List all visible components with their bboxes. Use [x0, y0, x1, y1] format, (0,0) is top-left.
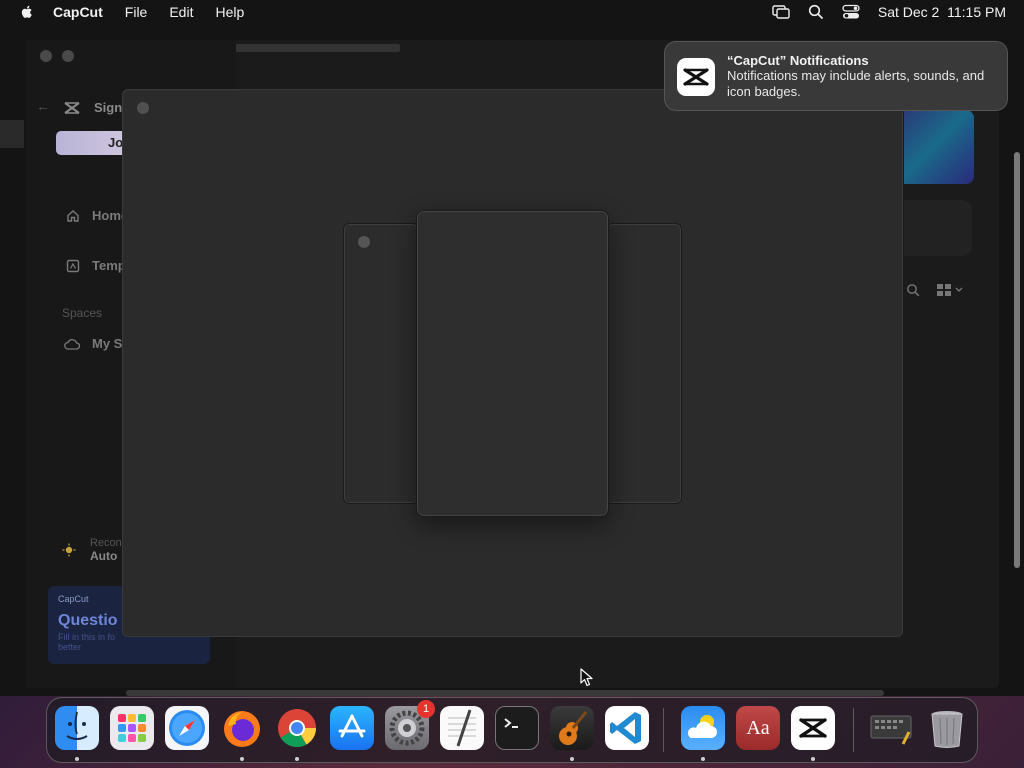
- weather-icon: [687, 715, 717, 738]
- sign-in-row[interactable]: Sign: [64, 100, 122, 115]
- vscode-icon: [610, 712, 641, 744]
- sidebar-item-my-space[interactable]: My Sp: [64, 336, 130, 351]
- dock-vscode[interactable]: [605, 706, 649, 750]
- template-icon: [66, 259, 80, 272]
- dock-app-store[interactable]: [330, 706, 374, 750]
- window-edge: [0, 120, 24, 148]
- placeholder-card-left: [343, 223, 419, 504]
- chrome-icon: [278, 709, 317, 748]
- dock-firefox[interactable]: [220, 706, 264, 750]
- dictionary-icon: Aa: [746, 717, 770, 739]
- terminal-icon: [504, 718, 518, 728]
- dock-chrome[interactable]: [275, 706, 319, 750]
- window-close-button[interactable]: [40, 50, 52, 62]
- window-close-button[interactable]: [137, 102, 149, 114]
- capcut-logo-icon: [64, 101, 80, 114]
- menu-file[interactable]: File: [125, 4, 148, 20]
- dock-finder[interactable]: [55, 706, 99, 750]
- recommendation-item[interactable]: Recon Auto: [62, 537, 122, 563]
- search-icon[interactable]: [906, 283, 920, 297]
- dock-running-indicator: [240, 757, 244, 761]
- dock-launchpad[interactable]: [110, 706, 154, 750]
- recommendation-title: Auto: [90, 549, 118, 563]
- dock: 1 Aa: [46, 697, 978, 763]
- capcut-icon: [799, 718, 827, 738]
- dock-weather[interactable]: [681, 706, 725, 750]
- placeholder-card-center: [416, 210, 609, 517]
- dock-terminal[interactable]: [495, 706, 539, 750]
- sun-icon: [62, 543, 76, 557]
- dock-dictionary[interactable]: Aa: [736, 706, 780, 750]
- finder-icon: [66, 711, 88, 740]
- dock-running-indicator: [811, 757, 815, 761]
- sidebar-item-templates[interactable]: Temp: [66, 258, 126, 273]
- sidebar-item-label: Temp: [92, 258, 126, 273]
- placeholder-card-right: [606, 223, 682, 504]
- notification-banner[interactable]: “CapCut” Notifications Notifications may…: [664, 41, 1008, 111]
- promo-banner[interactable]: [904, 110, 974, 184]
- apple-icon[interactable]: [19, 4, 35, 20]
- app-store-icon: [338, 714, 366, 738]
- dock-running-indicator: [75, 757, 79, 761]
- control-center-icon[interactable]: [842, 4, 860, 20]
- dock-running-indicator: [570, 757, 574, 761]
- garageband-icon: [559, 711, 588, 745]
- sign-in-label: Sign: [94, 100, 123, 115]
- dock-safari[interactable]: [165, 706, 209, 750]
- window-minimize-button[interactable]: [62, 50, 74, 62]
- dock-system-settings[interactable]: 1: [385, 700, 435, 750]
- sidebar-item-home[interactable]: Home: [66, 208, 128, 223]
- menu-bar: CapCut File Edit Help Sat Dec 2 11:15 PM: [0, 0, 1024, 24]
- promo-description-cont: better: [58, 642, 82, 652]
- loading-window: [122, 89, 903, 637]
- dock-screenshot[interactable]: [867, 706, 912, 750]
- dock-separator: [853, 708, 854, 752]
- back-arrow-icon[interactable]: ←: [36, 98, 50, 114]
- dock-textedit[interactable]: [440, 706, 484, 750]
- notification-title: “CapCut” Notifications: [727, 53, 869, 68]
- capcut-app-icon: [677, 58, 715, 96]
- trash-icon: [931, 711, 963, 748]
- card-dot: [358, 236, 370, 248]
- vertical-scrollbar[interactable]: [1014, 152, 1020, 568]
- textedit-icon: [448, 709, 476, 747]
- dock-running-indicator: [295, 757, 299, 761]
- mouse-cursor-icon: [580, 668, 593, 687]
- notification-body: Notifications may include alerts, sounds…: [727, 68, 985, 99]
- spotlight-search-icon[interactable]: [808, 4, 824, 20]
- screenshot-icon: [870, 715, 912, 745]
- firefox-icon: [224, 711, 260, 747]
- cloud-icon: [64, 338, 80, 350]
- content-toolbar: [906, 283, 964, 297]
- notification-badge: 1: [417, 700, 435, 718]
- home-icon: [67, 209, 79, 222]
- view-toggle-icon[interactable]: [936, 283, 964, 297]
- spaces-section-heading: Spaces: [62, 306, 103, 320]
- dock-running-indicator: [701, 757, 705, 761]
- dock-trash[interactable]: [925, 706, 969, 750]
- horizontal-scrollbar[interactable]: [126, 690, 884, 696]
- screen-mirroring-icon[interactable]: [772, 4, 790, 20]
- menubar-clock[interactable]: Sat Dec 2 11:15 PM: [878, 4, 1006, 20]
- menu-edit[interactable]: Edit: [169, 4, 193, 20]
- menu-app-name[interactable]: CapCut: [53, 4, 103, 20]
- menu-help[interactable]: Help: [215, 4, 244, 20]
- launchpad-icon: [118, 714, 146, 742]
- dock-capcut[interactable]: [791, 706, 835, 750]
- recommendation-label: Recon: [90, 537, 122, 549]
- dock-garageband[interactable]: [550, 706, 594, 750]
- safari-icon: [169, 710, 205, 746]
- dock-separator: [663, 708, 664, 752]
- content-panel[interactable]: [904, 200, 972, 256]
